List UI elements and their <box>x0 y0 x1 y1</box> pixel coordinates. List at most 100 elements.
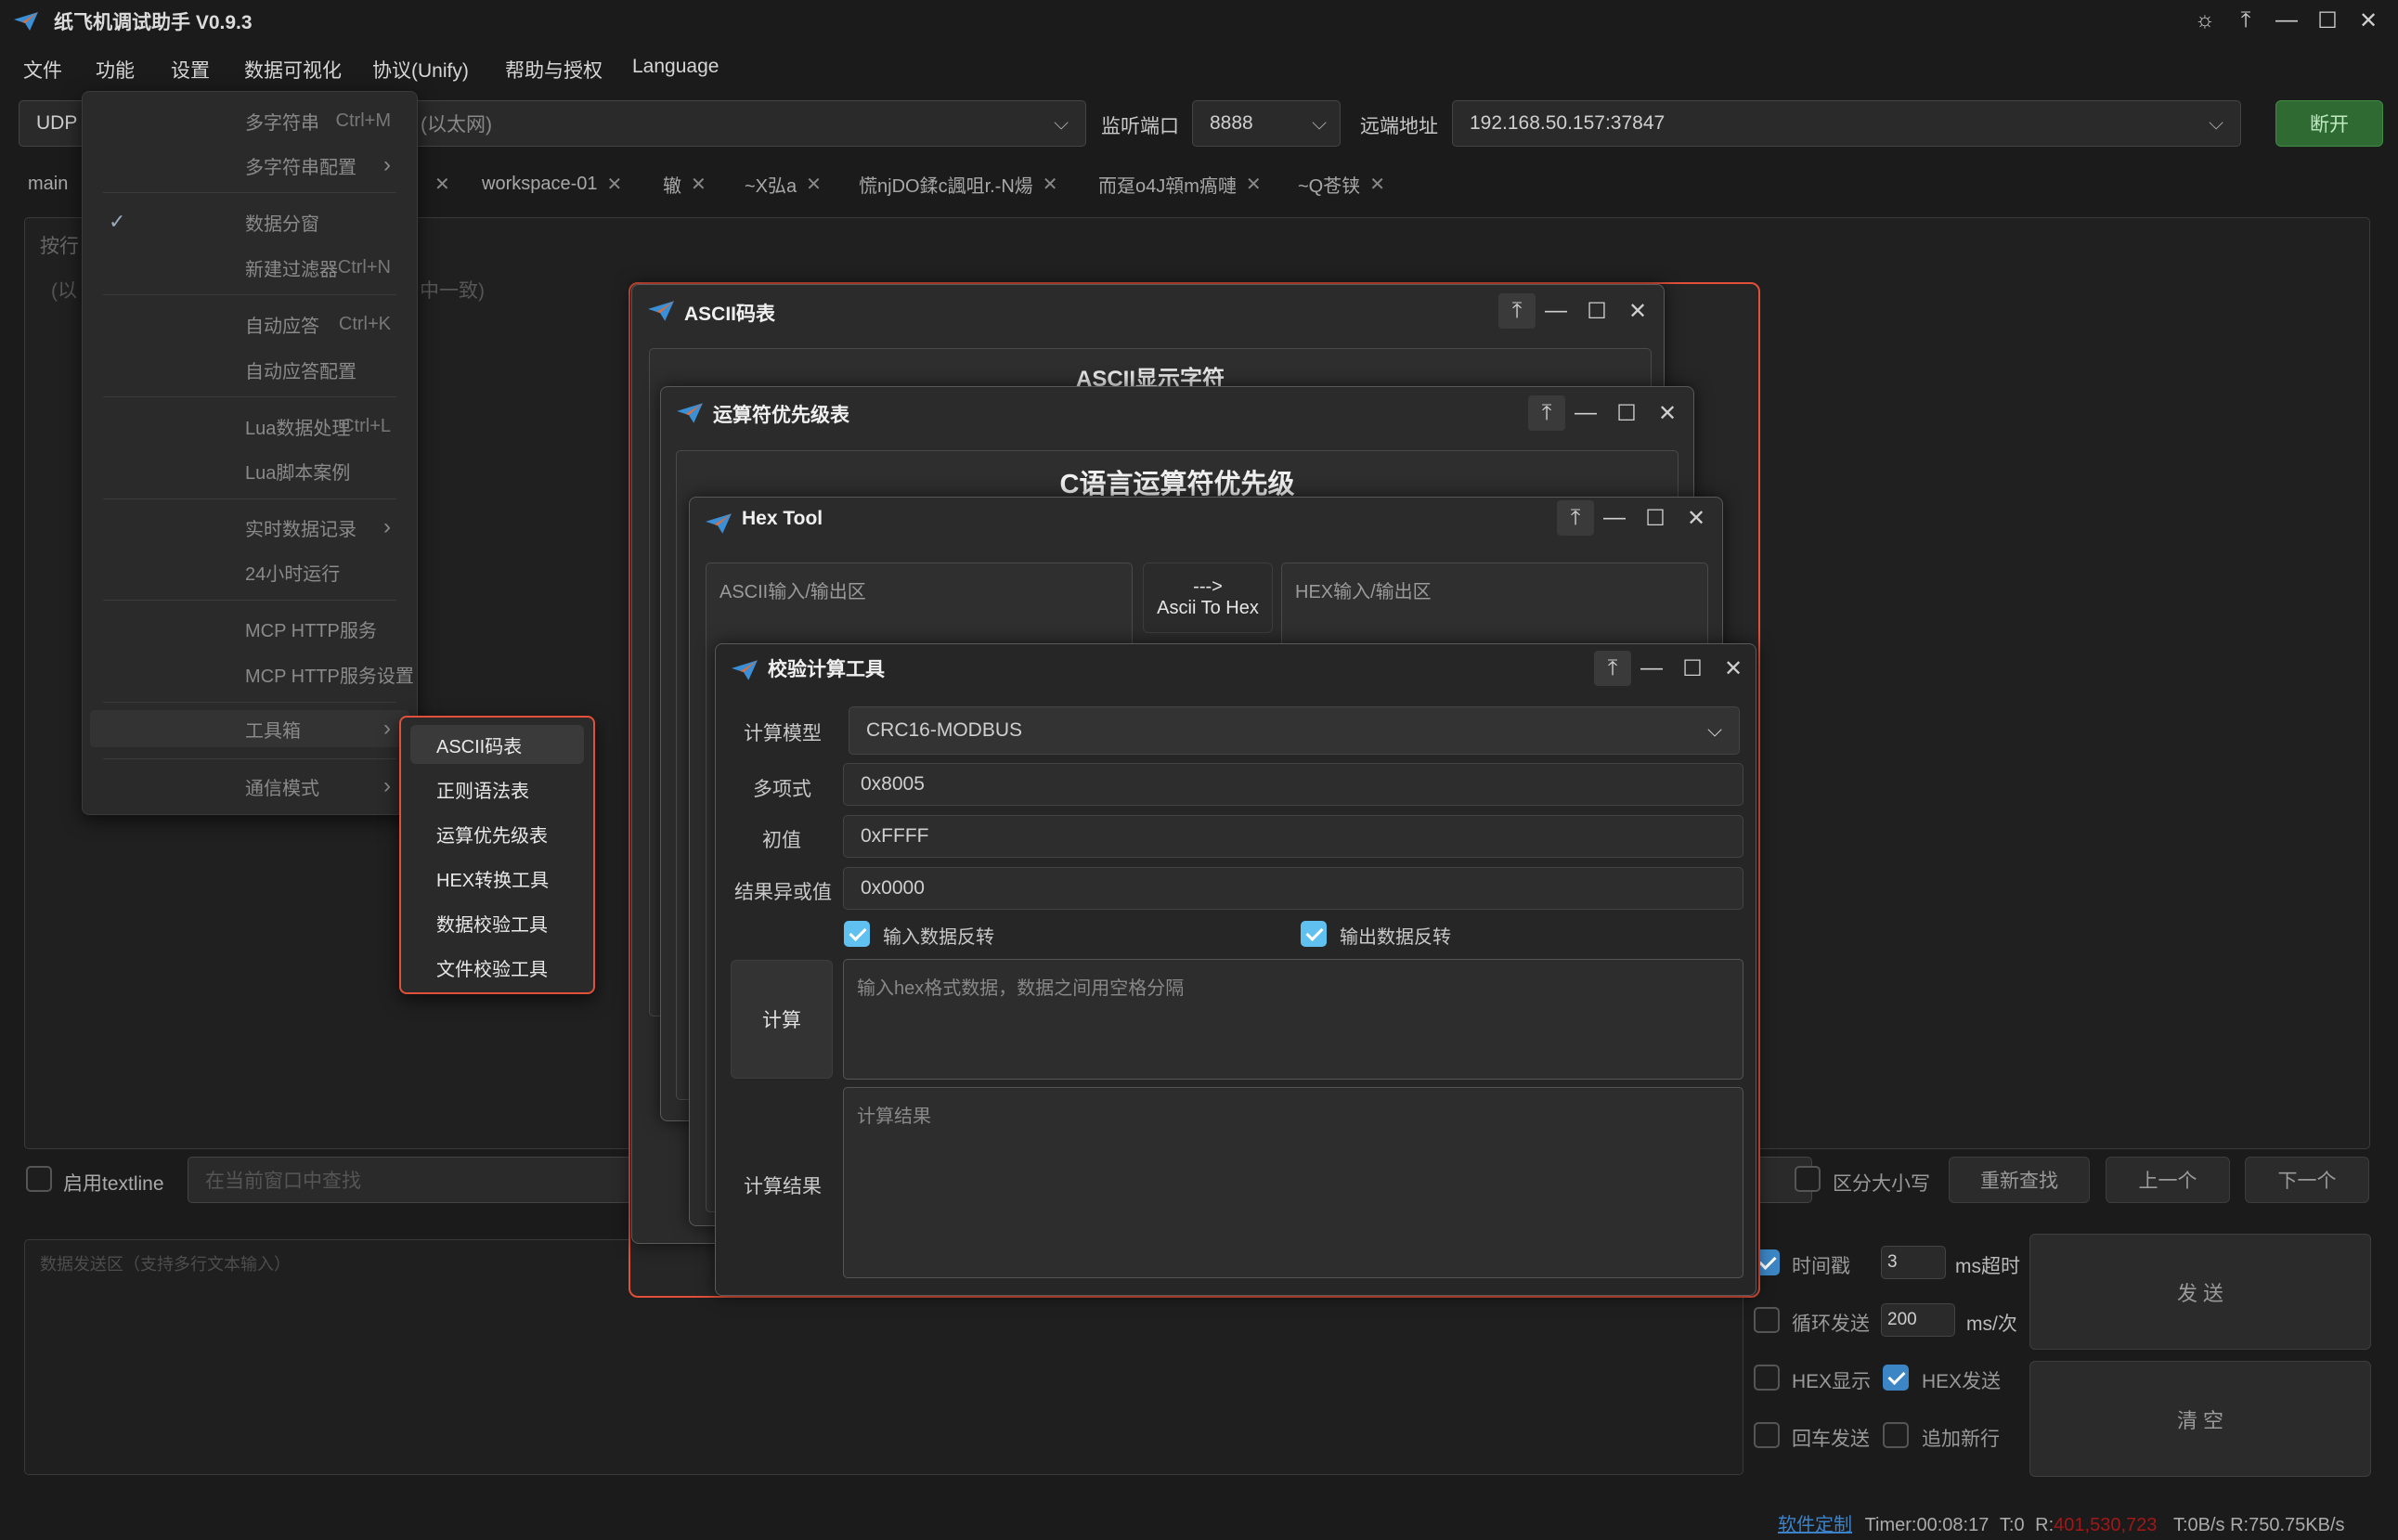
hex-send-label: HEX发送 <box>1922 1371 2002 1392</box>
menu-item-mcp-http-config[interactable]: MCP HTTP服务设置 <box>83 655 417 692</box>
enable-textline-label: 启用textline <box>63 1173 164 1195</box>
menu-item-mcp-http[interactable]: MCP HTTP服务 <box>83 610 417 647</box>
refind-button[interactable]: 重新查找 <box>1949 1157 2090 1203</box>
menu-language[interactable]: Language <box>632 56 719 78</box>
menu-protocol[interactable]: 协议(Unify) <box>372 56 469 84</box>
pin-icon[interactable]: ⤒ <box>1498 293 1536 329</box>
maximize-icon[interactable]: ☐ <box>1635 499 1676 537</box>
minimize-icon[interactable]: — <box>1594 499 1635 537</box>
toolbox-ascii[interactable]: ASCII码表 <box>410 725 584 764</box>
hex-show-label: HEX显示 <box>1792 1371 1872 1392</box>
pin-icon[interactable]: ⤒ <box>2225 2 2266 39</box>
init-input[interactable]: 0xFFFF <box>843 815 1743 858</box>
refout-checkbox[interactable] <box>1301 921 1327 947</box>
ascii-to-hex-button[interactable]: ---> Ascii To Hex <box>1143 563 1273 633</box>
tab-close-icon[interactable]: ✕ <box>425 167 450 201</box>
refin-checkbox[interactable] <box>844 921 870 947</box>
model-select[interactable]: CRC16-MODBUS ⌵ <box>849 706 1740 755</box>
minimize-icon[interactable]: — <box>1536 292 1576 330</box>
loop-send-checkbox[interactable] <box>1754 1307 1780 1333</box>
interface-select[interactable]: (以太网) ⌵ <box>408 100 1086 147</box>
toolbox-data-check[interactable]: 数据校验工具 <box>410 903 584 942</box>
remote-address-select[interactable]: 192.168.50.157:37847 ⌵ <box>1452 100 2241 147</box>
result-output[interactable]: 计算结果 <box>843 1087 1743 1278</box>
receive-hint-2: (以 <box>51 280 77 302</box>
prev-button[interactable]: 上一个 <box>2106 1157 2230 1203</box>
close-icon[interactable]: ✕ <box>1647 395 1688 432</box>
case-sensitive-checkbox[interactable] <box>1795 1166 1821 1192</box>
menu-item-data-split[interactable]: ✓ 数据分窗 <box>83 203 417 240</box>
menu-item-new-filter[interactable]: 新建过滤器 Ctrl+N <box>83 249 417 286</box>
maximize-icon[interactable]: ☐ <box>1672 650 1713 687</box>
menu-file[interactable]: 文件 <box>23 56 62 84</box>
send-button[interactable]: 发 送 <box>2029 1234 2371 1350</box>
pin-icon[interactable]: ⤒ <box>1594 651 1631 686</box>
r-label: R: <box>2035 1515 2055 1535</box>
listen-port-select[interactable]: 8888 ⌵ <box>1192 100 1341 147</box>
tab-6[interactable]: 而趸o4J顇m瘑嗹 ✕ <box>1098 167 1262 201</box>
clear-button[interactable]: 清 空 <box>2029 1361 2371 1477</box>
next-button[interactable]: 下一个 <box>2245 1157 2369 1203</box>
tab-3[interactable]: 辙 ✕ <box>663 167 706 201</box>
menu-item-lua[interactable]: Lua数据处理 Ctrl+L <box>83 408 417 445</box>
close-icon[interactable]: ✕ <box>1246 173 1262 196</box>
remote-address-label: 远端地址 <box>1360 116 1438 137</box>
pin-icon[interactable]: ⤒ <box>1528 395 1565 431</box>
close-icon[interactable]: ✕ <box>1617 292 1658 330</box>
maximize-icon[interactable]: ☐ <box>2307 2 2348 39</box>
calculate-button[interactable]: 计算 <box>731 960 833 1079</box>
menu-help[interactable]: 帮助与授权 <box>505 56 603 84</box>
close-icon[interactable]: ✕ <box>607 173 623 196</box>
menu-item-realtime-log[interactable]: 实时数据记录 › <box>83 509 417 546</box>
close-icon[interactable]: ✕ <box>1043 173 1058 196</box>
minimize-icon[interactable]: — <box>1631 650 1672 687</box>
poly-input[interactable]: 0x8005 <box>843 763 1743 806</box>
enable-textline-checkbox[interactable] <box>26 1166 52 1192</box>
minimize-icon[interactable]: — <box>2266 2 2307 39</box>
pin-icon[interactable]: ⤒ <box>1557 500 1594 536</box>
menu-item-24h[interactable]: 24小时运行 <box>83 553 417 590</box>
tab-5[interactable]: 慌njDO鍒c諷咀r.-N煬 ✕ <box>859 167 1058 201</box>
close-icon[interactable]: ✕ <box>2348 2 2389 39</box>
hex-send-checkbox[interactable] <box>1883 1365 1909 1391</box>
crc-tool-window[interactable]: 校验计算工具 ⤒ — ☐ ✕ 计算模型 CRC16-MODBUS ⌵ 多项式 0x… <box>715 643 1756 1296</box>
tab-main[interactable]: main <box>28 167 68 201</box>
menu-item-comm-mode[interactable]: 通信模式 › <box>83 768 417 805</box>
menu-item-auto-reply-config[interactable]: 自动应答配置 <box>83 351 417 388</box>
interval-input[interactable]: 200 <box>1881 1303 1955 1337</box>
menu-item-toolbox[interactable]: 工具箱 › <box>90 710 409 747</box>
close-icon[interactable]: ✕ <box>1713 650 1754 687</box>
chevron-down-icon: ⌵ <box>1312 112 1327 134</box>
toolbox-regex[interactable]: 正则语法表 <box>410 770 584 809</box>
hex-show-checkbox[interactable] <box>1754 1365 1780 1391</box>
status-bar: 软件定制 Timer:00:08:17 T:0 R:401,530,723 T:… <box>1778 1509 2345 1536</box>
theme-icon[interactable]: ☼ <box>2184 2 2225 39</box>
tab-4[interactable]: ~X弘a ✕ <box>745 167 822 201</box>
menu-item-auto-reply[interactable]: 自动应答 Ctrl+K <box>83 305 417 343</box>
toolbox-op-priority[interactable]: 运算优先级表 <box>410 814 584 853</box>
xor-input[interactable]: 0x0000 <box>843 867 1743 910</box>
tab-7[interactable]: ~Q苍铗 ✕ <box>1298 167 1385 201</box>
cr-send-checkbox[interactable] <box>1754 1422 1780 1448</box>
maximize-icon[interactable]: ☐ <box>1606 395 1647 432</box>
close-icon[interactable]: ✕ <box>691 173 706 196</box>
close-icon[interactable]: ✕ <box>1676 499 1717 537</box>
toolbox-hex[interactable]: HEX转换工具 <box>410 859 584 898</box>
menu-visualization[interactable]: 数据可视化 <box>244 56 342 84</box>
menu-item-multistring-config[interactable]: 多字符串配置 › <box>83 147 417 184</box>
custom-link[interactable]: 软件定制 <box>1778 1515 1852 1535</box>
timeout-input[interactable]: 3 <box>1881 1246 1946 1279</box>
menu-item-multistring[interactable]: 多字符串 Ctrl+M <box>83 102 417 139</box>
hex-data-input[interactable]: 输入hex格式数据，数据之间用空格分隔 <box>843 959 1743 1080</box>
maximize-icon[interactable]: ☐ <box>1576 292 1617 330</box>
tab-workspace[interactable]: workspace-01 ✕ <box>482 167 622 201</box>
disconnect-button[interactable]: 断开 <box>2275 100 2383 147</box>
menu-item-lua-examples[interactable]: Lua脚本案例 <box>83 452 417 489</box>
append-newline-checkbox[interactable] <box>1883 1422 1909 1448</box>
close-icon[interactable]: ✕ <box>806 173 822 196</box>
menu-function[interactable]: 功能 <box>96 56 135 84</box>
minimize-icon[interactable]: — <box>1565 395 1606 432</box>
close-icon[interactable]: ✕ <box>1369 173 1385 196</box>
toolbox-file-check[interactable]: 文件校验工具 <box>410 948 584 987</box>
menu-settings[interactable]: 设置 <box>171 56 210 84</box>
